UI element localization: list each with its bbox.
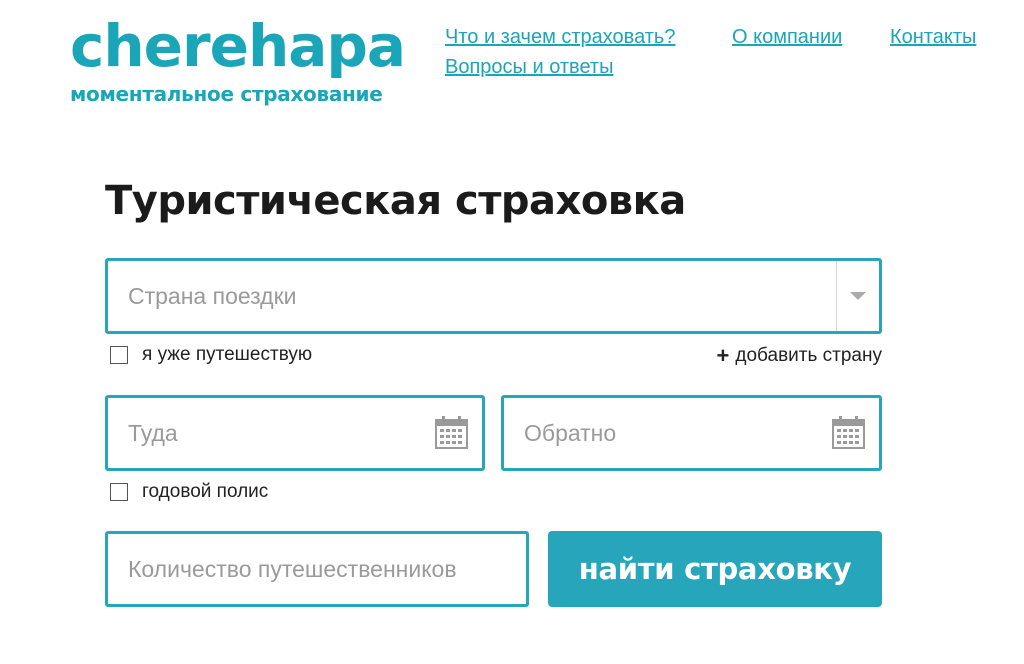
logo-tagline: моментальное страхование — [70, 82, 383, 106]
already-traveling-label: я уже путешествую — [142, 344, 313, 365]
logo-wordmark: cherehapa — [70, 12, 406, 80]
nav-link-faq[interactable]: Вопросы и ответы — [445, 56, 613, 79]
add-country-link[interactable]: + добавить страну — [717, 343, 882, 369]
chevron-down-icon — [850, 292, 866, 300]
already-traveling-checkbox[interactable] — [110, 346, 128, 364]
country-dropdown-toggle[interactable] — [836, 261, 879, 331]
page-title: Туристическая страховка — [105, 178, 686, 224]
nav-link-what-to-insure[interactable]: Что и зачем страховать? — [445, 26, 675, 49]
nav-link-contacts[interactable]: Контакты — [890, 26, 976, 49]
nav-link-about[interactable]: О компании — [732, 26, 842, 49]
already-traveling-option[interactable]: я уже путешествую — [110, 344, 312, 366]
plus-icon: + — [716, 343, 730, 368]
date-back-field[interactable] — [501, 395, 882, 471]
travelers-input[interactable] — [108, 534, 526, 604]
annual-policy-option[interactable]: годовой полис — [110, 481, 268, 503]
travelers-field[interactable] — [105, 531, 529, 607]
date-to-input[interactable] — [108, 398, 408, 468]
annual-policy-checkbox[interactable] — [110, 483, 128, 501]
add-country-label: добавить страну — [735, 345, 882, 366]
annual-policy-label: годовой полис — [142, 481, 269, 502]
date-back-input[interactable] — [504, 398, 804, 468]
country-select[interactable] — [105, 258, 882, 334]
find-insurance-button[interactable]: найти страховку — [548, 531, 882, 607]
calendar-icon[interactable] — [832, 416, 865, 449]
logo[interactable]: cherehapa моментальное страхование — [70, 12, 406, 106]
calendar-icon[interactable] — [435, 416, 468, 449]
country-input[interactable] — [108, 261, 838, 331]
date-to-field[interactable] — [105, 395, 485, 471]
